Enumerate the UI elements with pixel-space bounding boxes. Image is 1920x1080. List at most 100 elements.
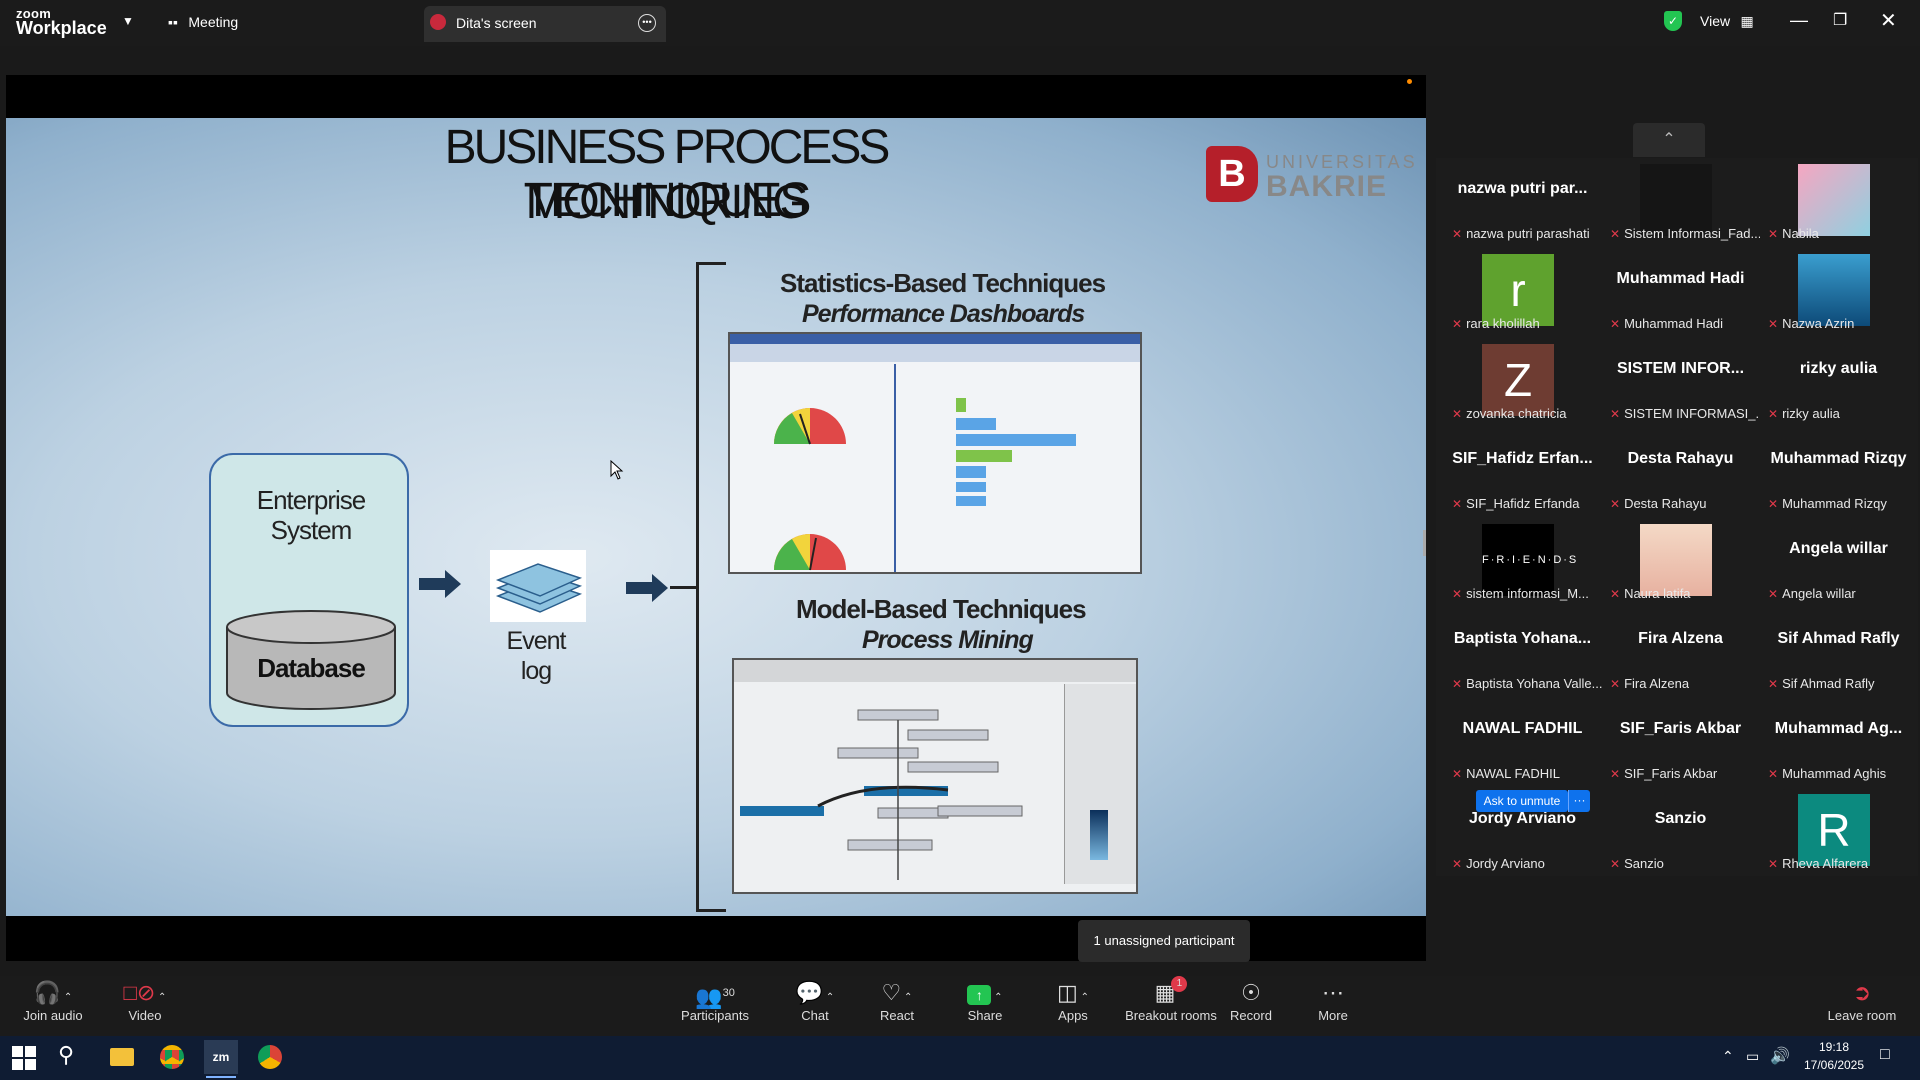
video-button[interactable]: □⊘ ⌃ Video (100, 976, 190, 1023)
participant-name: nazwa putri parashati (1466, 226, 1590, 241)
grid-icon: ▦ (1740, 13, 1754, 29)
panel-resize-handle[interactable] (1423, 530, 1426, 556)
participant-name-label: ✕ Nabila (1768, 226, 1819, 241)
mic-muted-icon: ✕ (1610, 227, 1621, 241)
mic-muted-icon: ✕ (1610, 407, 1621, 421)
participant-name-label: ✕ Rheva Alfarera (1768, 856, 1868, 871)
share-label: Share (967, 1008, 1003, 1023)
participant-display-name: rizky aulia (1799, 360, 1878, 377)
participant-display-name: Desta Rahayu (1627, 450, 1734, 467)
notification-icon[interactable]: □ (1880, 1046, 1890, 1064)
participant-tile[interactable]: ✕ Naura latifa (1602, 520, 1759, 608)
search-icon[interactable]: ⚲ (58, 1042, 74, 1068)
participant-tile[interactable]: F·R·I·E·N·D·S ✕ sistem informasi_M... (1444, 520, 1601, 608)
participant-tile[interactable]: Desta Rahayu ✕ Desta Rahayu (1602, 430, 1759, 518)
participant-tile[interactable]: rizky aulia ✕ rizky aulia (1760, 340, 1917, 428)
legend-gradient (1090, 810, 1108, 860)
chrome-icon[interactable] (160, 1045, 184, 1069)
record-icon: ☉ (1241, 980, 1261, 1005)
join-audio-button[interactable]: 🎧 ⌃ Join audio (8, 976, 98, 1023)
participant-tile[interactable]: R ✕ Rheva Alfarera (1760, 790, 1917, 878)
participant-tile[interactable]: Muhammad Rizqy ✕ Muhammad Rizqy (1760, 430, 1917, 518)
participant-tile[interactable]: Baptista Yohana... ✕ Baptista Yohana Valle… (1444, 610, 1602, 698)
participant-tile[interactable]: ✕ Nazwa Azrin (1760, 250, 1917, 338)
participant-tile[interactable]: Z ✕ zovanka chatricia (1444, 340, 1601, 428)
chat-label: Chat (801, 1008, 829, 1023)
participant-display-name: Muhammad Ag... (1774, 720, 1903, 737)
panel-collapse-button[interactable]: ⌃ (1633, 123, 1705, 157)
participant-tile[interactable]: Muhammad Ag... ✕ Muhammad Aghis (1760, 700, 1917, 788)
windows-start-icon[interactable] (12, 1046, 36, 1070)
chrome-icon-2[interactable] (258, 1045, 282, 1069)
mic-muted-icon: ✕ (1452, 767, 1463, 781)
close-icon[interactable]: ✕ (1880, 8, 1897, 33)
taskbar-time[interactable]: 19:18 (1802, 1040, 1866, 1054)
participant-display-name: Sanzio (1654, 810, 1707, 827)
participant-tile[interactable]: Muhammad Hadi ✕ Muhammad Hadi (1602, 250, 1759, 338)
chevron-down-icon[interactable]: ▼ (122, 14, 134, 28)
more-button[interactable]: ⋯ More (1288, 976, 1378, 1023)
logo-b-icon: B (1206, 146, 1258, 202)
mic-muted-icon: ✕ (1610, 857, 1621, 871)
participant-tile[interactable]: SIF_Hafidz Erfan... ✕ SIF_Hafidz Erfanda (1444, 430, 1601, 518)
participant-display-name: Sif Ahmad Rafly (1777, 630, 1900, 647)
meeting-icon: ▪▪ (168, 14, 178, 30)
mic-muted-icon: ✕ (1610, 497, 1621, 511)
taskbar-date[interactable]: 17/06/2025 (1796, 1058, 1872, 1072)
participant-name: Nabila (1782, 226, 1819, 241)
meeting-toolbar: 🎧 ⌃ Join audio □⊘ ⌃ Video 👥30 Participants … (0, 976, 1920, 1036)
participant-name: Naura latifa (1624, 586, 1691, 601)
logo-text-2: BAKRIE (1266, 170, 1388, 203)
view-menu[interactable]: View ▦ (1700, 13, 1754, 31)
apps-button[interactable]: ◫ ⌃ Apps (1028, 976, 1118, 1023)
shield-icon[interactable]: ✓ (1664, 11, 1682, 31)
record-label: Record (1230, 1008, 1272, 1023)
participant-name: SIF_Faris Akbar (1624, 766, 1718, 781)
chat-button[interactable]: 💬 ⌃ Chat (770, 976, 860, 1023)
volume-icon[interactable]: 🔊 (1770, 1046, 1790, 1066)
participant-tile[interactable]: nazwa putri par... ✕ nazwa putri parashati (1444, 160, 1601, 248)
windows-taskbar: ⚲ zm ⌃ ▭ 🔊 19:18 17/06/2025 □ (0, 1036, 1920, 1080)
mic-muted-icon: ✕ (1452, 857, 1463, 871)
network-icon[interactable]: ▭ (1746, 1048, 1759, 1065)
share-options-icon[interactable]: ••• (638, 14, 656, 32)
unassigned-tooltip: 1 unassigned participant (1078, 920, 1250, 962)
disco-toolbar (734, 660, 1136, 682)
participant-name: Baptista Yohana Valle... (1466, 676, 1602, 691)
tray-chevron-icon[interactable]: ⌃ (1722, 1048, 1734, 1065)
ask-to-unmute-button[interactable]: Ask to unmute (1476, 790, 1568, 812)
minimize-icon[interactable]: — (1790, 10, 1808, 31)
mic-muted-icon: ✕ (1610, 317, 1621, 331)
share-tab[interactable]: Dita's screen ••• (424, 6, 666, 42)
react-button[interactable]: ♡ ⌃ React (852, 976, 942, 1023)
participant-tile[interactable]: NAWAL FADHIL ✕ NAWAL FADHIL (1444, 700, 1601, 788)
zoom-app-icon[interactable]: zm (204, 1040, 238, 1074)
share-icon: ↑ ⌃ (940, 976, 1030, 1008)
participant-name: Sanzio (1624, 856, 1664, 871)
gauge-chart-icon (774, 408, 846, 445)
participant-tile[interactable]: r ✕ rara kholillah (1444, 250, 1601, 338)
participant-more-button[interactable]: ··· (1568, 790, 1590, 812)
participant-tile[interactable]: SISTEM INFOR... ✕ SISTEM INFORMASI_... (1602, 340, 1760, 428)
record-button[interactable]: ☉ Record (1206, 976, 1296, 1023)
participant-name: Nazwa Azrin (1782, 316, 1855, 331)
participant-tile[interactable]: Sif Ahmad Rafly ✕ Sif Ahmad Rafly (1760, 610, 1917, 698)
leave-room-button[interactable]: ➲ Leave room (1812, 976, 1912, 1023)
file-explorer-icon[interactable] (110, 1048, 134, 1066)
participant-tile[interactable]: Angela willar ✕ Angela willar (1760, 520, 1917, 608)
restore-icon[interactable]: ❐ (1833, 10, 1847, 30)
dashboard-menubar (730, 344, 1140, 362)
participant-tile[interactable]: Fira Alzena ✕ Fira Alzena (1602, 610, 1759, 698)
participants-button[interactable]: 👥30 Participants (660, 976, 770, 1023)
participant-display-name: Baptista Yohana... (1453, 630, 1592, 647)
participant-tile[interactable]: Sanzio ✕ Sanzio (1602, 790, 1759, 878)
meeting-menu[interactable]: ▪▪ Meeting (168, 14, 238, 32)
bracket-connector (670, 586, 698, 589)
event-log-label: Event log (506, 627, 567, 685)
share-button[interactable]: ↑ ⌃ Share (940, 976, 1030, 1023)
participant-tile[interactable]: SIF_Faris Akbar ✕ SIF_Faris Akbar (1602, 700, 1759, 788)
view-label: View (1700, 13, 1731, 29)
participant-tile[interactable]: ✕ Sistem Informasi_Fad... (1602, 160, 1760, 248)
participant-tile[interactable]: ✕ Nabila (1760, 160, 1917, 248)
participant-name-label: ✕ Fira Alzena (1610, 676, 1689, 691)
